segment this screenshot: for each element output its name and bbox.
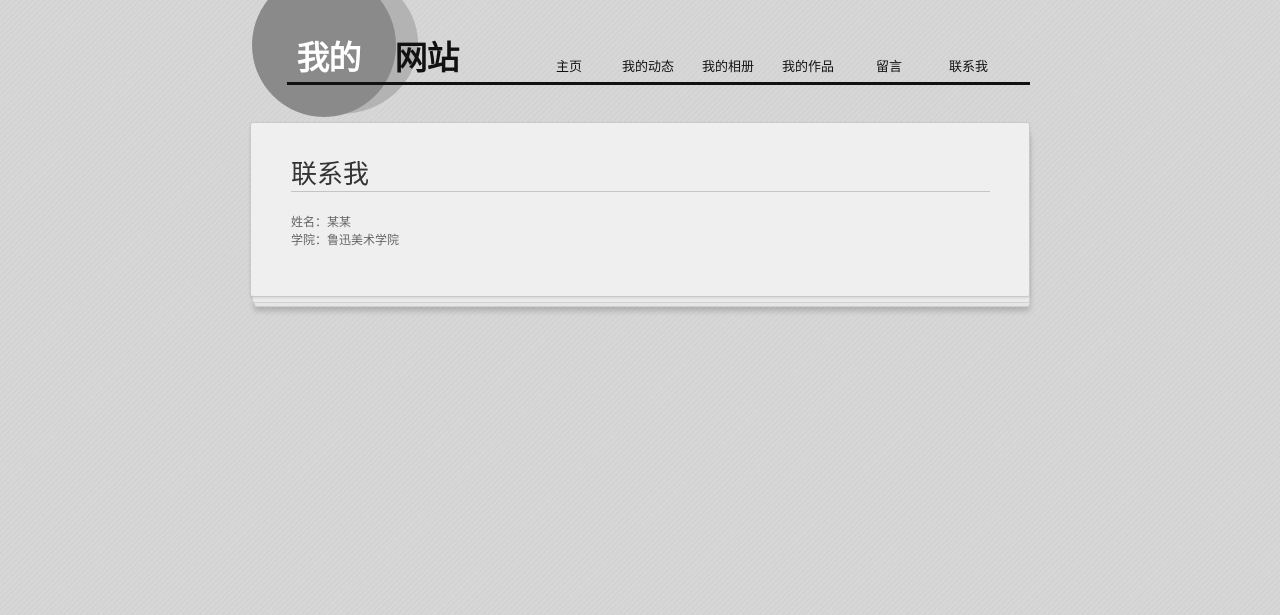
nav-item-contact[interactable]: 联系我: [949, 60, 988, 76]
nav-item-album[interactable]: 我的相册: [702, 60, 754, 76]
contact-card: 联系我 姓名：某某 学院：鲁迅美术学院: [250, 122, 1030, 297]
nav-item-guestbook[interactable]: 留言: [876, 60, 902, 76]
contact-school: 学院：鲁迅美术学院: [291, 233, 400, 247]
header-divider: [287, 82, 1030, 85]
page-title: 联系我: [291, 160, 370, 190]
logo-text-primary[interactable]: 我的: [297, 38, 362, 78]
nav-item-works[interactable]: 我的作品: [782, 60, 834, 76]
contact-name: 姓名：某某: [291, 215, 352, 229]
site-header: 我的 网站 主页 我的动态 我的相册 我的作品 留言 联系我: [0, 0, 1280, 120]
logo-text-secondary[interactable]: 网站: [395, 38, 460, 78]
nav-item-home[interactable]: 主页: [556, 60, 582, 76]
nav-item-activity[interactable]: 我的动态: [622, 60, 674, 76]
title-divider: [291, 191, 990, 192]
